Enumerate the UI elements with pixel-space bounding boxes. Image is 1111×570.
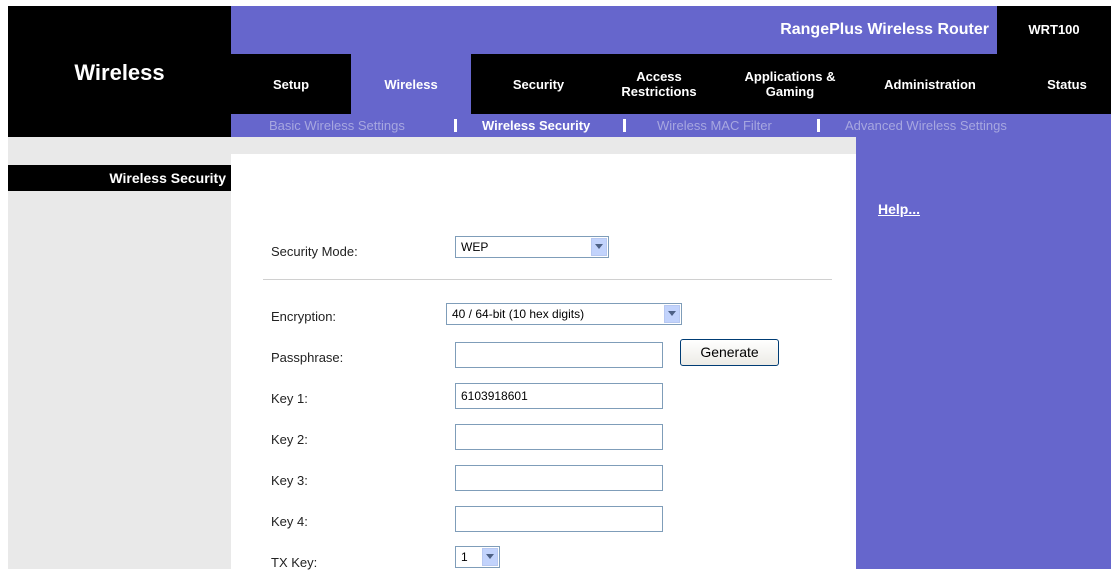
key4-label: Key 4: — [271, 514, 308, 529]
security-mode-select[interactable]: WEP — [455, 236, 609, 258]
subnav-wireless-security[interactable]: Wireless Security — [482, 114, 590, 137]
passphrase-input[interactable] — [455, 342, 663, 368]
help-link[interactable]: Help... — [878, 201, 920, 217]
security-mode-value: WEP — [461, 240, 489, 254]
divider — [263, 279, 832, 280]
subnav-separator — [817, 119, 820, 132]
passphrase-label: Passphrase: — [271, 350, 344, 365]
tab-setup[interactable]: Setup — [231, 54, 351, 114]
subnav-advanced-wireless-settings[interactable]: Advanced Wireless Settings — [845, 114, 1007, 137]
subnav-separator — [623, 119, 626, 132]
key3-input[interactable] — [455, 465, 663, 491]
key4-input[interactable] — [455, 506, 663, 532]
key2-input[interactable] — [455, 424, 663, 450]
subnav-basic-wireless-settings[interactable]: Basic Wireless Settings — [269, 114, 405, 137]
tab-administration[interactable]: Administration — [857, 54, 1003, 114]
chevron-down-icon[interactable] — [664, 305, 680, 323]
key1-input[interactable] — [455, 383, 663, 409]
key2-label: Key 2: — [271, 432, 308, 447]
subnav-separator — [454, 119, 457, 132]
content-top-strip — [231, 137, 856, 154]
tx-key-label: TX Key: — [271, 555, 318, 570]
tab-security[interactable]: Security — [471, 54, 606, 114]
section-title: Wireless Security — [109, 170, 226, 186]
security-mode-label: Security Mode: — [271, 244, 358, 259]
encryption-label: Encryption: — [271, 309, 337, 324]
encryption-select[interactable]: 40 / 64-bit (10 hex digits) — [446, 303, 682, 325]
sub-nav: Basic Wireless Settings Wireless Securit… — [231, 114, 1111, 137]
tab-applications-gaming[interactable]: Applications & Gaming — [737, 54, 843, 114]
chevron-down-icon[interactable] — [591, 238, 607, 256]
tab-status[interactable]: Status — [1023, 54, 1111, 114]
tx-key-value: 1 — [461, 550, 468, 564]
sidebar — [8, 137, 231, 569]
encryption-value: 40 / 64-bit (10 hex digits) — [452, 307, 585, 321]
generate-button[interactable]: Generate — [680, 339, 779, 366]
tab-access-restrictions[interactable]: Access Restrictions — [611, 54, 707, 114]
page-title: Wireless — [74, 60, 165, 85]
key1-label: Key 1: — [271, 391, 308, 406]
product-name: RangePlus Wireless Router — [780, 21, 989, 38]
subnav-wireless-mac-filter[interactable]: Wireless MAC Filter — [657, 114, 772, 137]
model-number: WRT100 — [997, 6, 1111, 54]
tx-key-select[interactable]: 1 — [455, 546, 500, 568]
main-nav: Setup Wireless Security Access Restricti… — [231, 54, 1111, 114]
tab-wireless[interactable]: Wireless — [351, 54, 471, 114]
chevron-down-icon[interactable] — [482, 548, 498, 566]
key3-label: Key 3: — [271, 473, 308, 488]
